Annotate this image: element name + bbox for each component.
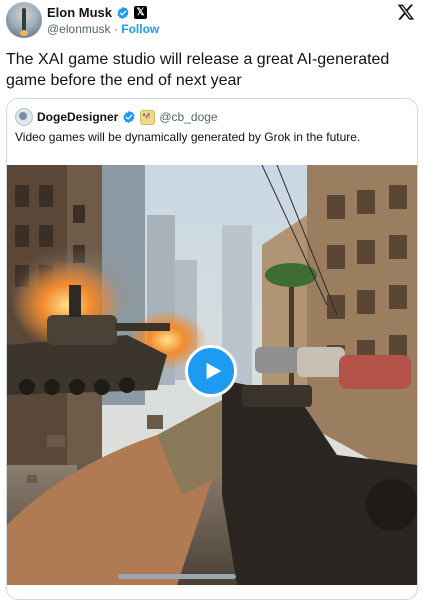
author-handle[interactable]: @elonmusk: [47, 22, 111, 36]
quoted-avatar: [15, 108, 33, 126]
tweet-header: Elon Musk 𝕏 @elonmusk · Follow: [0, 0, 423, 44]
quoted-tweet[interactable]: DogeDesigner 🐕 @cb_doge Video games will…: [6, 98, 418, 600]
x-logo-icon[interactable]: [397, 3, 415, 21]
video-media[interactable]: [7, 165, 417, 585]
quoted-handle[interactable]: @cb_doge: [159, 110, 217, 124]
play-button[interactable]: [185, 345, 237, 397]
quoted-text: Video games will be dynamically generate…: [15, 130, 361, 144]
quoted-name[interactable]: DogeDesigner: [37, 110, 118, 124]
tweet-text: The XAI game studio will release a great…: [6, 51, 390, 89]
follow-button[interactable]: Follow: [121, 22, 159, 36]
play-icon: [206, 362, 222, 380]
quoted-header: DogeDesigner 🐕 @cb_doge: [15, 108, 218, 126]
author-avatar[interactable]: [6, 2, 42, 38]
doge-badge-icon: 🐕: [140, 109, 156, 125]
author-name-row: Elon Musk 𝕏: [47, 4, 148, 21]
verified-badge-icon: [117, 6, 129, 19]
separator-dot: ·: [113, 22, 118, 36]
avatar-rocket: [22, 8, 26, 32]
x-affiliate-badge-icon: 𝕏: [134, 6, 148, 19]
author-handle-row: @elonmusk · Follow: [47, 22, 159, 36]
home-indicator: [118, 574, 236, 579]
avatar-flame: [20, 30, 28, 36]
verified-badge-icon: [123, 110, 135, 124]
author-name[interactable]: Elon Musk: [47, 5, 112, 20]
